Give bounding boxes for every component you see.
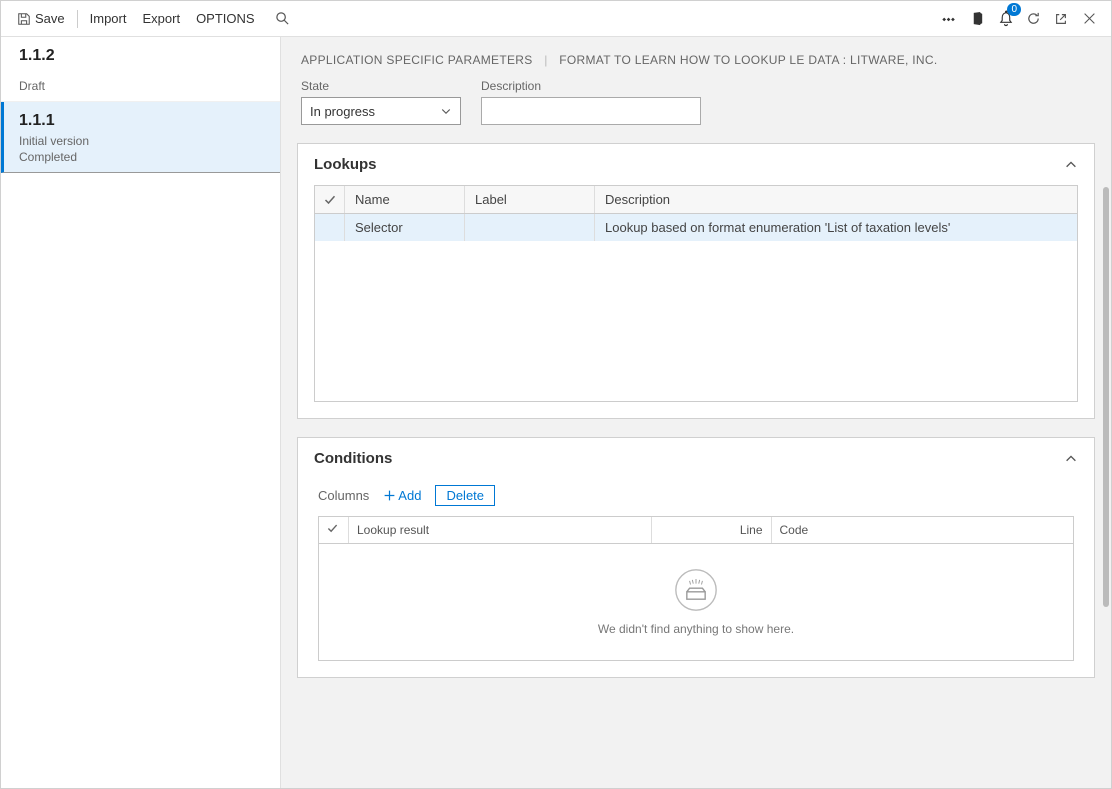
lookups-panel: Lookups Name Label Description: [297, 143, 1095, 419]
breadcrumb-part1: APPLICATION SPECIFIC PARAMETERS: [301, 53, 533, 67]
version-title: 1.1.1: [19, 112, 262, 130]
version-subtitle: Initial version: [19, 134, 262, 148]
refresh-button[interactable]: [1019, 5, 1047, 33]
toolbar: Save Import Export OPTIONS 0: [1, 1, 1111, 37]
select-all-column[interactable]: [319, 517, 349, 543]
state-field: State In progress: [301, 79, 461, 125]
cell-label: [465, 214, 595, 241]
version-item-selected[interactable]: 1.1.1 Initial version Completed: [1, 102, 280, 173]
state-dropdown[interactable]: In progress: [301, 97, 461, 125]
chevron-up-icon: [1064, 158, 1078, 172]
lookups-header[interactable]: Lookups: [298, 144, 1094, 185]
column-label[interactable]: Label: [465, 186, 595, 213]
empty-text: We didn't find anything to show here.: [319, 622, 1073, 636]
scrollbar[interactable]: [1103, 187, 1109, 607]
empty-folder-icon: [674, 568, 718, 612]
conditions-toolbar: Columns Add Delete: [298, 479, 1094, 516]
search-button[interactable]: [269, 5, 297, 33]
state-value: In progress: [310, 104, 375, 119]
table-empty-area: [315, 241, 1077, 401]
breadcrumb-separator: |: [544, 53, 547, 67]
description-label: Description: [481, 79, 701, 93]
column-description[interactable]: Description: [595, 186, 1077, 213]
lookups-table: Name Label Description Selector Lookup b…: [314, 185, 1078, 402]
select-all-column[interactable]: [315, 186, 345, 213]
conditions-panel: Conditions Columns Add Delete: [297, 437, 1095, 678]
version-item[interactable]: 1.1.2 Draft: [1, 37, 280, 102]
lookups-title: Lookups: [314, 156, 377, 173]
conditions-table: Lookup result Line Code We didn't find a…: [318, 516, 1074, 661]
row-checkbox[interactable]: [315, 214, 345, 241]
popout-button[interactable]: [1047, 5, 1075, 33]
close-button[interactable]: [1075, 5, 1103, 33]
connection-icon[interactable]: [935, 5, 963, 33]
save-label: Save: [35, 11, 65, 26]
description-input[interactable]: [481, 97, 701, 125]
save-button[interactable]: Save: [9, 7, 73, 30]
version-title: 1.1.2: [19, 47, 262, 65]
delete-button[interactable]: Delete: [435, 485, 495, 506]
save-icon: [17, 12, 31, 26]
check-icon: [327, 523, 338, 534]
export-button[interactable]: Export: [134, 7, 188, 30]
description-field: Description: [481, 79, 701, 125]
add-button[interactable]: Add: [383, 488, 421, 503]
conditions-header[interactable]: Conditions: [298, 438, 1094, 479]
notifications-button[interactable]: 0: [991, 5, 1019, 33]
cell-description: Lookup based on format enumeration 'List…: [595, 214, 1077, 241]
column-name[interactable]: Name: [345, 186, 465, 213]
version-status: Completed: [19, 150, 262, 164]
options-button[interactable]: OPTIONS: [188, 7, 263, 30]
office-icon[interactable]: [963, 5, 991, 33]
breadcrumb: APPLICATION SPECIFIC PARAMETERS | FORMAT…: [281, 37, 1111, 79]
version-status: Draft: [19, 79, 262, 93]
check-icon: [324, 194, 336, 206]
conditions-title: Conditions: [314, 450, 392, 467]
version-sidebar: 1.1.2 Draft 1.1.1 Initial version Comple…: [1, 37, 281, 788]
table-row[interactable]: Selector Lookup based on format enumerat…: [315, 214, 1077, 241]
main-content: APPLICATION SPECIFIC PARAMETERS | FORMAT…: [281, 37, 1111, 788]
conditions-header-row: Lookup result Line Code: [319, 517, 1073, 544]
column-code[interactable]: Code: [772, 517, 1074, 543]
column-line[interactable]: Line: [652, 517, 772, 543]
cell-name: Selector: [345, 214, 465, 241]
empty-state: We didn't find anything to show here.: [319, 544, 1073, 660]
import-button[interactable]: Import: [82, 7, 135, 30]
breadcrumb-part2: FORMAT TO LEARN HOW TO LOOKUP LE DATA : …: [559, 53, 937, 67]
table-header-row: Name Label Description: [315, 186, 1077, 214]
columns-button[interactable]: Columns: [318, 488, 369, 503]
add-label: Add: [398, 488, 421, 503]
state-label: State: [301, 79, 461, 93]
chevron-down-icon: [440, 105, 452, 117]
toolbar-separator: [77, 10, 78, 28]
chevron-up-icon: [1064, 452, 1078, 466]
column-lookup-result[interactable]: Lookup result: [349, 517, 652, 543]
plus-icon: [383, 489, 396, 502]
search-icon: [275, 11, 290, 26]
